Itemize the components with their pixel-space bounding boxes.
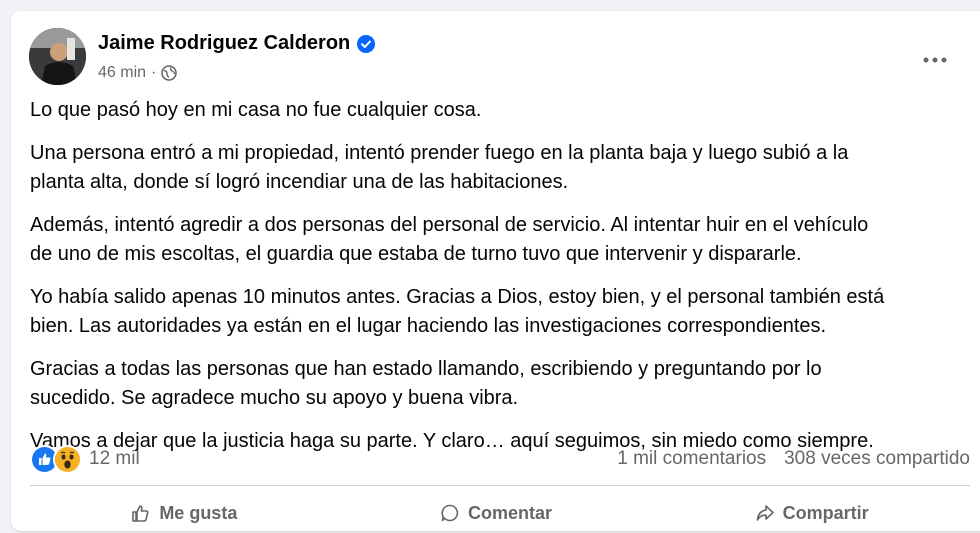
globe-icon[interactable] [161, 65, 178, 81]
post-stats: 12 mil 1 mil comentarios 308 veces compa… [30, 444, 970, 474]
verified-badge-icon [357, 34, 376, 53]
reaction-icons [30, 444, 82, 474]
comment-label: Comentar [467, 502, 552, 523]
author-name[interactable]: Jaime Rodriguez Calderon [98, 32, 350, 55]
shares-count[interactable]: 308 veces compartido [784, 448, 970, 470]
more-options-icon[interactable] [923, 50, 947, 68]
reactions-summary[interactable]: 12 mil [30, 444, 140, 474]
post-paragraph: Además, intentó agredir a dos personas d… [30, 214, 869, 265]
post-paragraph: Lo que pasó hoy en mi casa no fue cualqu… [30, 99, 482, 121]
comment-icon [440, 503, 460, 523]
post-time[interactable]: 46 min [98, 64, 146, 82]
actions-divider [30, 485, 970, 486]
post-card: Jaime Rodriguez Calderon 46 min · Lo que… [11, 11, 980, 531]
share-button[interactable]: Compartir [755, 503, 869, 524]
like-label: Me gusta [159, 502, 238, 523]
wow-reaction-icon [53, 444, 82, 474]
reactions-count[interactable]: 12 mil [89, 448, 140, 470]
comments-count[interactable]: 1 mil comentarios [617, 448, 766, 470]
comment-button[interactable]: Comentar [440, 503, 552, 524]
engagement-stats: 1 mil comentarios 308 veces compartido [617, 448, 970, 470]
author-line: Jaime Rodriguez Calderon [98, 32, 376, 55]
thumbs-up-icon [131, 503, 151, 523]
post-paragraph: Gracias a todas las personas que han est… [30, 358, 822, 409]
meta-separator: · [151, 64, 157, 81]
share-label: Compartir [782, 502, 869, 523]
post-header: Jaime Rodriguez Calderon 46 min · [29, 28, 980, 88]
post-actions: Me gusta Comentar Compartir [30, 493, 970, 533]
share-icon [755, 503, 775, 523]
post-paragraph: Yo había salido apenas 10 minutos antes.… [30, 286, 885, 337]
author-avatar[interactable] [29, 28, 86, 85]
post-text: Lo que pasó hoy en mi casa no fue cualqu… [30, 96, 970, 470]
post-meta: 46 min · [98, 64, 178, 82]
post-paragraph: Una persona entró a mi propiedad, intent… [30, 142, 849, 193]
like-button[interactable]: Me gusta [131, 503, 237, 524]
